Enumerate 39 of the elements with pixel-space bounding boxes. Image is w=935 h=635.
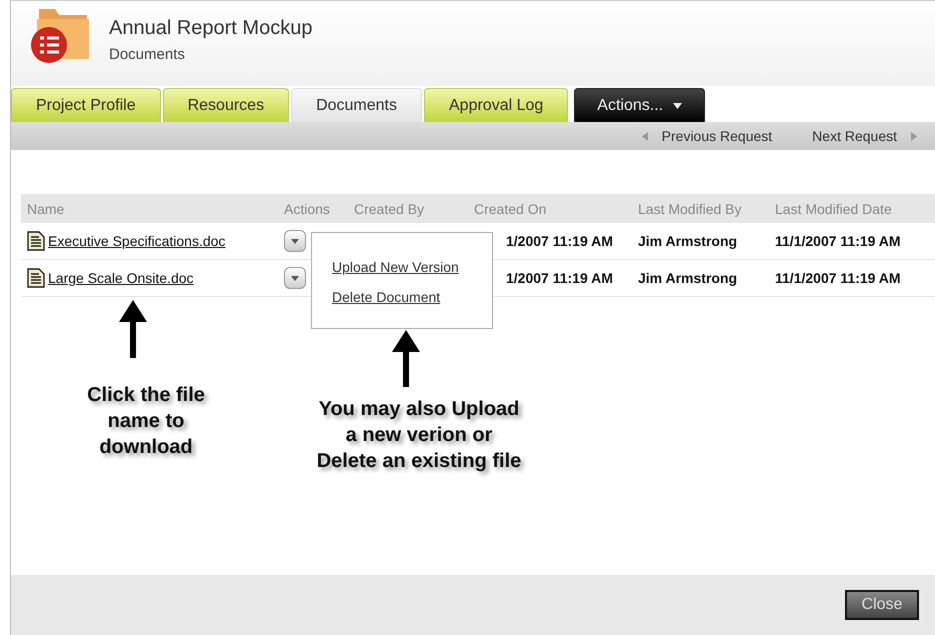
document-icon (27, 231, 45, 251)
close-button[interactable]: Close (845, 590, 919, 620)
file-link[interactable]: Executive Specifications.doc (48, 233, 226, 249)
table-cell: Jim Armstrong (638, 233, 738, 249)
left-arrow-icon (642, 132, 648, 140)
annotation-text: Click the file name to download (86, 383, 206, 460)
column-header: Created On (468, 194, 632, 223)
previous-request-link[interactable]: Previous Request (642, 128, 772, 144)
tab[interactable]: Resources (162, 88, 290, 122)
file-link[interactable]: Large Scale Onsite.doc (48, 270, 194, 286)
arrow-icon (119, 300, 147, 358)
row-actions-button[interactable] (284, 230, 306, 252)
column-header: Created By (348, 194, 468, 223)
document-icon (27, 268, 45, 288)
page-title: Annual Report Mockup (109, 17, 312, 40)
tab[interactable]: Documents (291, 88, 422, 122)
caret-icon (291, 238, 299, 244)
table-cell: 1/2007 11:19 AM (506, 270, 613, 286)
tab[interactable]: Approval Log (424, 88, 568, 122)
column-header: Last Modified By (632, 194, 769, 223)
next-request-link[interactable]: Next Request (812, 128, 917, 144)
arrow-icon (392, 330, 420, 387)
caret-icon (291, 276, 299, 280)
row-actions-button[interactable] (284, 267, 306, 289)
right-arrow-icon (911, 132, 917, 140)
table-cell: 11/1/2007 11:19 AM (775, 233, 901, 249)
column-header: Name (21, 194, 278, 223)
tab[interactable]: Project Profile (11, 88, 161, 122)
column-header: Actions (278, 194, 348, 223)
menu-item[interactable]: Upload New Version (332, 259, 492, 275)
caret-icon (673, 102, 682, 108)
column-header: Last Modified Date (769, 194, 935, 223)
page-subtitle: Documents (109, 46, 186, 63)
annotation-text: You may also Upload a new verion or Delete an existing file (316, 397, 522, 474)
menu-item[interactable]: Delete Document (332, 289, 492, 305)
table-cell: 11/1/2007 11:19 AM (775, 270, 901, 286)
table-cell: 1/2007 11:19 AM (506, 233, 613, 249)
table-cell: Jim Armstrong (638, 270, 738, 286)
actions-menu-button[interactable]: Actions... (574, 88, 706, 122)
